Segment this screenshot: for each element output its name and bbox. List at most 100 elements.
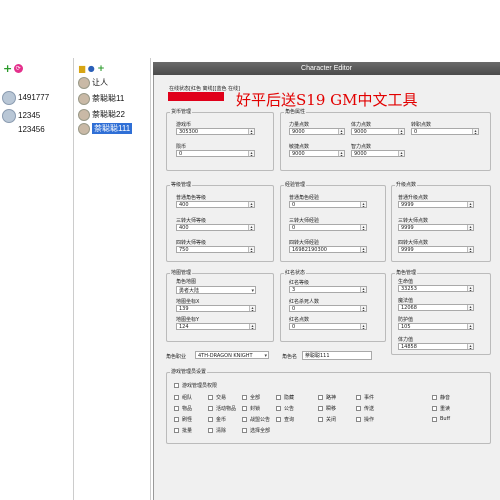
gm-group-title: 游戏管理员设置 (170, 368, 208, 375)
role-item-selected[interactable]: 萘聪聪111 (78, 123, 133, 135)
gm-item-checkbox[interactable] (208, 417, 213, 422)
gm-item-checkbox[interactable] (276, 406, 281, 411)
stamina-value-field[interactable]: 14858 ▴ ▾ (398, 343, 474, 350)
gm-item-label: 交易 (216, 395, 227, 401)
master4-exp-label: 四转大师经验 (289, 240, 320, 246)
role-name: 让人 (92, 78, 108, 88)
gm-item-checkbox[interactable] (276, 417, 281, 422)
gm-item-label: 刷怪 (182, 417, 193, 423)
redname-kills-field[interactable]: 0 ▴ ▾ (289, 305, 367, 312)
attributes-group-title: 角色属性 (284, 108, 307, 115)
contact-item[interactable]: 1491777 (2, 91, 49, 105)
map-y-label: 地图坐标Y (176, 317, 200, 323)
gm-item-checkbox[interactable] (432, 417, 437, 422)
map-label: 角色地图 (176, 279, 197, 285)
status-indicator (168, 92, 224, 101)
gm-item-label: Buff (440, 416, 451, 422)
gm-item-checkbox[interactable] (356, 417, 361, 422)
power-field[interactable]: 9000 ▴ ▾ (289, 128, 345, 135)
agility-field[interactable]: 9000 ▴ ▾ (289, 150, 345, 157)
master4-upgrade-label: 四转大师点数 (398, 240, 429, 246)
gm-item-checkbox[interactable] (208, 395, 213, 400)
gm-item-checkbox[interactable] (174, 428, 179, 433)
normal-upgrade-field[interactable]: 9999 ▴ ▾ (398, 201, 474, 208)
gm-item-label: 静音 (440, 395, 451, 401)
normal-level-field[interactable]: 400 ▴ ▾ (176, 201, 255, 208)
gm-item-checkbox[interactable] (242, 417, 247, 422)
folder-icon[interactable]: ▆ (79, 64, 85, 73)
normal-exp-field[interactable]: 0 ▴ ▾ (289, 201, 367, 208)
redname-points-field[interactable]: 0 ▴ ▾ (289, 323, 367, 330)
gm-item-label: 组队 (182, 395, 193, 401)
map-y-field[interactable]: 124 ▴ ▾ (176, 323, 256, 330)
refresh-icon[interactable]: ⟳ (13, 64, 23, 73)
zhuanbi-field[interactable]: 0 ▴ ▾ (176, 150, 255, 157)
hp-label: 生命值 (398, 279, 414, 285)
contact-id: 12345 (18, 111, 41, 121)
gm-item-checkbox[interactable] (356, 406, 361, 411)
gm-item-checkbox[interactable] (432, 395, 437, 400)
agility-label: 敏捷点数 (289, 144, 310, 150)
gm-item-checkbox[interactable] (318, 417, 323, 422)
role-name: 萘聪聪11 (92, 94, 125, 104)
gm-item-checkbox[interactable] (432, 406, 437, 411)
name-label: 角色名 (282, 354, 298, 360)
stamina-label: 体力点数 (351, 122, 372, 128)
gm-item-checkbox[interactable] (318, 406, 323, 411)
master4-level-label: 四转大师等级 (176, 240, 207, 246)
avatar (78, 77, 90, 89)
gm-item-label: 路神 (326, 395, 337, 401)
gm-item-checkbox[interactable] (174, 395, 179, 400)
chevron-down-icon: ▾ (251, 288, 254, 294)
transfer-field[interactable]: 0 ▴ ▾ (411, 128, 479, 135)
hp-field[interactable]: 33253 ▴ ▾ (398, 285, 474, 292)
redname-points-label: 红名点数 (289, 317, 310, 323)
gm-item-checkbox[interactable] (174, 406, 179, 411)
gm-item-checkbox[interactable] (318, 395, 323, 400)
master3-exp-field[interactable]: 0 ▴ ▾ (289, 224, 367, 231)
mana-label: 智力点数 (351, 144, 372, 150)
master4-exp-field[interactable]: 16982190300 ▴ ▾ (289, 246, 367, 253)
gm-item-checkbox[interactable] (242, 395, 247, 400)
role-name: 萘聪聪111 (92, 123, 133, 135)
promo-banner: 好平后送S19 GM中文工具 (236, 91, 418, 109)
add-role-icon[interactable]: + (97, 64, 105, 74)
redname-level-field[interactable]: 3 ▴ ▾ (289, 286, 367, 293)
master4-upgrade-field[interactable]: 9999 ▴ ▾ (398, 246, 474, 253)
contact-item[interactable]: 12345 (2, 109, 40, 123)
add-contact-icon[interactable]: + (3, 62, 12, 75)
contact-item[interactable]: 123456 (18, 125, 45, 134)
gm-item-label: 隐藏 (284, 395, 295, 401)
class-select[interactable]: 4TH-DRAGON KNIGHT ▾ (195, 351, 269, 359)
master4-level-field[interactable]: 750 ▴ ▾ (176, 246, 255, 253)
dot-icon[interactable]: ● (88, 64, 95, 73)
map-x-field[interactable]: 139 ▴ ▾ (176, 305, 256, 312)
gm-item-label: 金币 (216, 417, 227, 423)
gm-item-checkbox[interactable] (356, 395, 361, 400)
master3-upgrade-field[interactable]: 9999 ▴ ▾ (398, 224, 474, 231)
power-label: 力量点数 (289, 122, 310, 128)
gm-item-checkbox[interactable] (208, 428, 213, 433)
def-field[interactable]: 105 ▴ ▾ (398, 323, 474, 330)
gm-item-label: 操作 (364, 417, 375, 423)
gm-item-checkbox[interactable] (242, 428, 247, 433)
gm-item-checkbox[interactable] (276, 395, 281, 400)
gm-item-checkbox[interactable] (208, 406, 213, 411)
master3-level-field[interactable]: 400 ▴ ▾ (176, 224, 255, 231)
name-field[interactable]: 萘聪聪111 (302, 351, 372, 360)
gm-item-label: 事件 (364, 395, 375, 401)
gm-item-checkbox[interactable] (242, 406, 247, 411)
gm-permission-checkbox[interactable] (174, 383, 179, 388)
stamina-value-label: 体力值 (398, 337, 414, 343)
role-item[interactable]: 让人 (78, 77, 108, 89)
game-coin-field[interactable]: 305300 ▴ ▾ (176, 128, 255, 135)
stamina-field[interactable]: 9000 ▴ ▾ (351, 128, 405, 135)
role-item[interactable]: 萘聪聪11 (78, 93, 124, 105)
gm-item-checkbox[interactable] (174, 417, 179, 422)
chevron-down-icon: ▾ (264, 353, 267, 359)
upgrade-group-title: 升级点数 (395, 181, 418, 188)
map-select[interactable]: 勇者大陆 ▾ (176, 286, 256, 294)
role-item[interactable]: 萘聪聪22 (78, 109, 125, 121)
mp-field[interactable]: 12068 ▴ ▾ (398, 304, 474, 311)
mana-field[interactable]: 9000 ▴ ▾ (351, 150, 405, 157)
